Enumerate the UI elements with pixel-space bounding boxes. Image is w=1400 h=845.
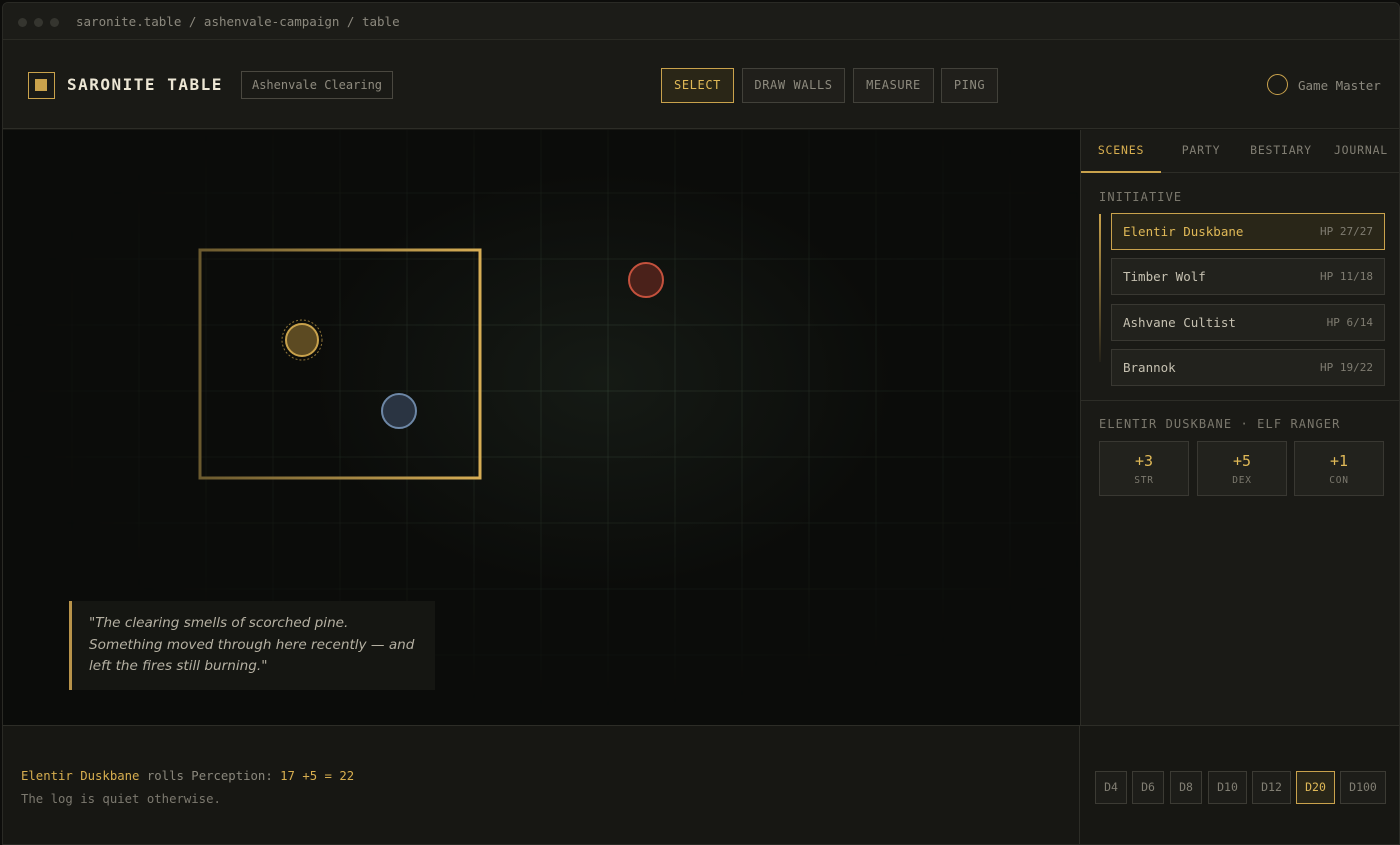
- initiative-track: [1099, 214, 1101, 362]
- initiative-hp: HP 19/22: [1320, 361, 1373, 374]
- user-avatar-icon[interactable]: [1267, 74, 1288, 95]
- token-ally[interactable]: [381, 393, 417, 429]
- log-line: Elentir Duskbane rolls Perception: 17 +5…: [21, 769, 354, 783]
- die-d8-button[interactable]: D8: [1170, 771, 1202, 804]
- log-verb: rolls Perception:: [139, 769, 281, 783]
- tab-bestiary[interactable]: BESTIARY: [1241, 130, 1321, 173]
- window-minimize-dot[interactable]: [34, 18, 43, 27]
- tab-journal[interactable]: JOURNAL: [1321, 130, 1399, 173]
- die-d6-button[interactable]: D6: [1132, 771, 1164, 804]
- initiative-row[interactable]: Elentir Duskbane HP 27/27: [1111, 213, 1385, 250]
- initiative-name: Elentir Duskbane: [1123, 224, 1244, 239]
- user-role-label: Game Master: [1298, 78, 1381, 93]
- breadcrumb-path: saronite.table / ashenvale-campaign / ta…: [76, 14, 400, 29]
- stat-card-con[interactable]: +1 CON: [1294, 441, 1384, 496]
- tool-draw-walls-button[interactable]: DRAW WALLS: [742, 68, 845, 103]
- stat-value: +5: [1232, 452, 1252, 470]
- stat-card-str[interactable]: +3 STR: [1099, 441, 1189, 496]
- die-d100-button[interactable]: D100: [1340, 771, 1386, 804]
- window-close-dot[interactable]: [18, 18, 27, 27]
- character-label: ELENTIR DUSKBANE · ELF RANGER: [1099, 417, 1341, 431]
- window-maximize-dot[interactable]: [50, 18, 59, 27]
- brand-title: SARONITE TABLE: [67, 75, 223, 94]
- map-canvas[interactable]: "The clearing smells of scorched pine. S…: [3, 130, 1080, 725]
- initiative-hp: HP 6/14: [1326, 316, 1373, 329]
- stat-card-dex[interactable]: +5 DEX: [1197, 441, 1287, 496]
- log-result: 17 +5 = 22: [280, 769, 355, 783]
- stat-key: STR: [1134, 475, 1154, 486]
- stat-key: CON: [1329, 475, 1349, 486]
- tab-party[interactable]: PARTY: [1161, 130, 1241, 173]
- die-d4-button[interactable]: D4: [1095, 771, 1127, 804]
- narration-box: "The clearing smells of scorched pine. S…: [69, 601, 435, 690]
- initiative-hp: HP 11/18: [1320, 270, 1373, 283]
- app-header: SARONITE TABLE Ashenvale Clearing SELECT…: [3, 40, 1399, 129]
- token-hero[interactable]: [281, 319, 323, 361]
- initiative-name: Timber Wolf: [1123, 269, 1206, 284]
- tool-select-button[interactable]: SELECT: [661, 68, 734, 103]
- footer-log: Elentir Duskbane rolls Perception: 17 +5…: [3, 725, 1399, 844]
- tool-ping-button[interactable]: PING: [941, 68, 998, 103]
- die-d10-button[interactable]: D10: [1208, 771, 1247, 804]
- initiative-name: Ashvane Cultist: [1123, 315, 1236, 330]
- initiative-name: Brannok: [1123, 360, 1176, 375]
- initiative-label: INITIATIVE: [1099, 190, 1183, 204]
- stat-value: +1: [1329, 452, 1349, 470]
- initiative-hp: HP 27/27: [1320, 225, 1373, 238]
- initiative-row[interactable]: Ashvane Cultist HP 6/14: [1111, 304, 1385, 341]
- stat-key: DEX: [1232, 475, 1252, 486]
- die-d12-button[interactable]: D12: [1252, 771, 1291, 804]
- app-window: saronite.table / ashenvale-campaign / ta…: [2, 2, 1400, 845]
- tool-measure-button[interactable]: MEASURE: [853, 68, 934, 103]
- die-d20-button[interactable]: D20: [1296, 771, 1335, 804]
- scene-name-chip[interactable]: Ashenvale Clearing: [241, 71, 393, 99]
- token-enemy[interactable]: [628, 262, 664, 298]
- log-line: The log is quiet otherwise.: [21, 792, 221, 806]
- title-bar: saronite.table / ashenvale-campaign / ta…: [3, 3, 1399, 40]
- logo-icon: [28, 72, 55, 99]
- sidebar-tabs: SCENES PARTY BESTIARY JOURNAL: [1081, 130, 1399, 173]
- initiative-row[interactable]: Timber Wolf HP 11/18: [1111, 258, 1385, 295]
- footer-divider: [1079, 726, 1080, 844]
- initiative-row[interactable]: Brannok HP 19/22: [1111, 349, 1385, 386]
- sidebar: SCENES PARTY BESTIARY JOURNAL INITIATIVE…: [1080, 130, 1399, 725]
- log-actor: Elentir Duskbane: [21, 769, 140, 783]
- tab-scenes[interactable]: SCENES: [1081, 130, 1161, 173]
- sidebar-divider: [1081, 400, 1399, 401]
- stat-value: +3: [1134, 452, 1154, 470]
